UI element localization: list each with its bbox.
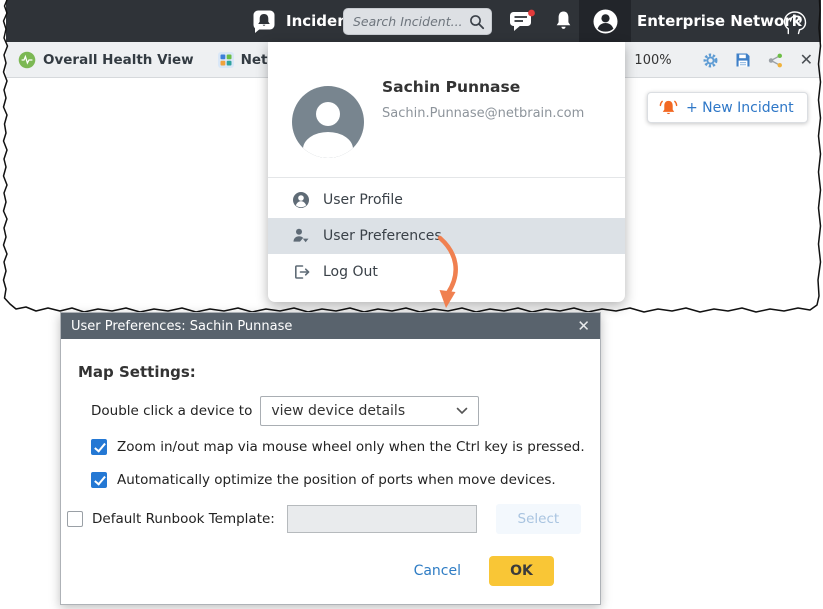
health-pulse-icon: [18, 51, 36, 69]
incident-bell-orange-icon: [658, 97, 679, 118]
menu-item-label: Log Out: [323, 264, 378, 280]
zoom-wheel-checkbox[interactable]: [91, 439, 107, 455]
close-icon: ✕: [577, 317, 590, 335]
incident-bell-icon: [252, 9, 277, 34]
optimize-ports-setting-row: Automatically optimize the position of p…: [91, 471, 556, 488]
dialog-close-button[interactable]: ✕: [577, 317, 590, 335]
map-settings-heading: Map Settings:: [78, 363, 196, 381]
search-box: [343, 8, 492, 35]
double-click-select[interactable]: view device details: [260, 396, 479, 426]
runbook-select-button[interactable]: Select: [496, 504, 581, 534]
new-incident-button[interactable]: + New Incident: [647, 92, 808, 123]
user-dropdown-menu: Sachin Punnase Sachin.Punnase@netbrain.c…: [268, 42, 625, 302]
runbook-template-row: Default Runbook Template: Select: [67, 504, 581, 534]
gear-icon: [702, 52, 719, 69]
new-incident-label: + New Incident: [686, 100, 794, 116]
tab-overall-label: Overall Health View: [43, 52, 194, 68]
menu-divider: [268, 177, 625, 178]
search-icon[interactable]: [469, 14, 485, 30]
workspace-name: Enterprise Network: [637, 0, 802, 42]
brain-head-icon: [781, 8, 809, 36]
dialog-body: Map Settings: Double click a device to v…: [61, 339, 600, 606]
network-grid-icon: [218, 52, 234, 68]
menu-item-label: User Profile: [323, 192, 403, 208]
map-settings-button[interactable]: [702, 52, 719, 69]
close-map-button[interactable]: ✕: [800, 52, 813, 68]
user-settings-icon: [292, 227, 310, 245]
screenshot-stage: Incident: [0, 0, 823, 609]
menu-item-user-preferences[interactable]: User Preferences: [268, 218, 625, 254]
user-icon: [292, 191, 310, 209]
dialog-title: User Preferences: Sachin Punnase: [71, 319, 292, 334]
chat-icon: [509, 9, 536, 33]
runbook-template-checkbox[interactable]: [67, 511, 83, 527]
dialog-titlebar: User Preferences: Sachin Punnase ✕: [61, 313, 600, 339]
user-name: Sachin Punnase: [382, 78, 520, 96]
runbook-template-label: Default Runbook Template:: [92, 511, 275, 527]
incident-nav[interactable]: Incident: [252, 0, 355, 42]
ok-button[interactable]: OK: [489, 556, 554, 586]
menu-item-user-profile[interactable]: User Profile: [268, 182, 625, 218]
avatar: [292, 86, 364, 158]
bell-icon: [553, 9, 574, 33]
menu-item-log-out[interactable]: Log Out: [268, 254, 625, 290]
domain-knowledge-button[interactable]: [781, 8, 809, 40]
search-input[interactable]: [353, 14, 469, 29]
close-icon: ✕: [800, 52, 813, 68]
double-click-setting-row: Double click a device to view device det…: [91, 396, 479, 426]
zoom-wheel-setting-row: Zoom in/out map via mouse wheel only whe…: [91, 438, 585, 455]
top-navigation-bar: Incident: [6, 0, 821, 42]
user-preferences-dialog: User Preferences: Sachin Punnase ✕ Map S…: [60, 312, 601, 605]
cancel-button[interactable]: Cancel: [414, 563, 461, 579]
chevron-down-icon: [456, 407, 468, 415]
tab-overall-health-view[interactable]: Overall Health View: [18, 51, 194, 69]
messages-button[interactable]: [509, 9, 536, 37]
save-map-button[interactable]: [735, 52, 751, 68]
double-click-label: Double click a device to: [91, 403, 252, 419]
save-icon: [735, 52, 751, 68]
optimize-ports-checkbox[interactable]: [91, 472, 107, 488]
optimize-ports-label: Automatically optimize the position of p…: [117, 472, 556, 488]
user-avatar-icon: [592, 8, 619, 35]
map-toolbar-right: 100%: [634, 42, 813, 78]
select-value: view device details: [271, 403, 405, 419]
user-account-button[interactable]: [579, 0, 631, 42]
workspace-label: Enterprise Network: [637, 12, 802, 30]
logout-icon: [292, 263, 310, 281]
notification-dot: [528, 10, 535, 17]
dialog-footer: Cancel OK: [414, 556, 554, 586]
runbook-template-input[interactable]: [287, 505, 477, 533]
zoom-level: 100%: [634, 53, 671, 68]
share-icon: [767, 52, 784, 69]
menu-item-label: User Preferences: [323, 228, 442, 244]
user-email: Sachin.Punnase@netbrain.com: [382, 106, 584, 121]
alerts-button[interactable]: [553, 9, 574, 37]
share-map-button[interactable]: [767, 52, 784, 69]
zoom-wheel-label: Zoom in/out map via mouse wheel only whe…: [117, 439, 585, 455]
